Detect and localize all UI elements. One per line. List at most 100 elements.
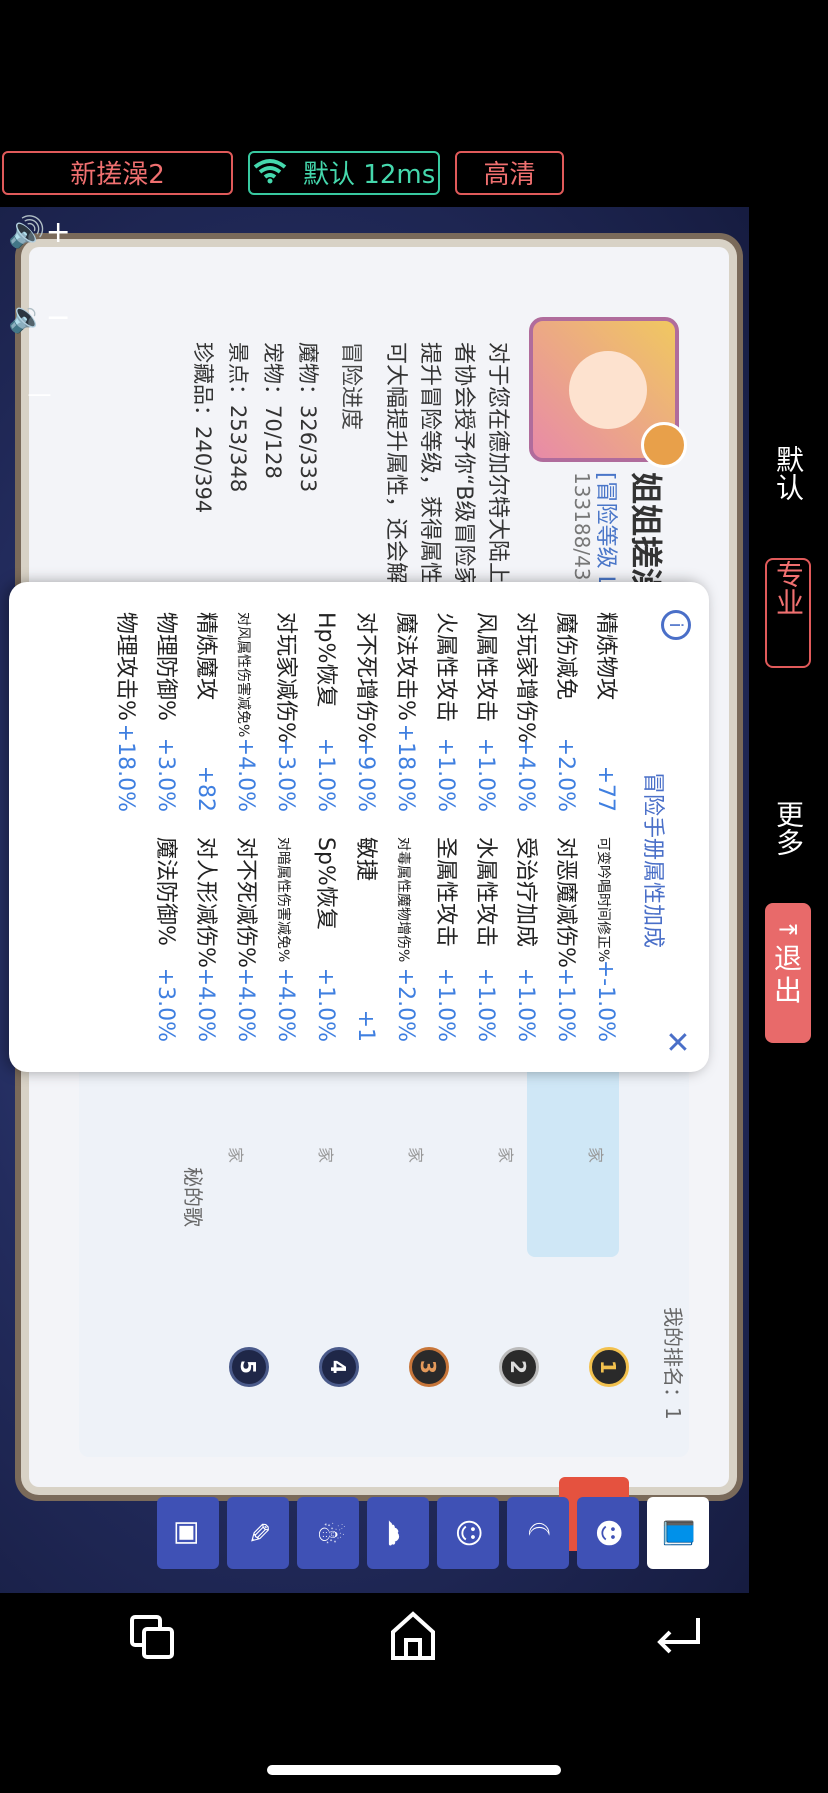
attribute-label: Sp%恢复 xyxy=(313,837,338,930)
room-name-label: 新搓澡2 xyxy=(70,160,165,190)
attribute-label: 对人形减伤% xyxy=(193,837,218,968)
volume-down-icon[interactable]: 🔉− xyxy=(0,300,79,335)
exit-label: 退出 xyxy=(773,942,802,1007)
row-tag: 家 xyxy=(226,1147,245,1164)
attribute-row: Hp%恢复 +1.0% xyxy=(311,612,339,812)
stat-collectibles: 珍藏品：240/394 xyxy=(191,342,215,514)
handbook-tabs: 📘 ☻ ☾ ☺ ☁ ☃ ✎ ▣ xyxy=(0,1497,749,1587)
attribute-label: 精炼魔攻 xyxy=(193,612,218,701)
attribute-row: 对玩家减伤% +3.0% xyxy=(271,612,299,812)
attribute-value: +1.0% xyxy=(433,737,458,812)
attribute-label: 魔法防御% xyxy=(153,837,178,946)
room-name-badge[interactable]: 新搓澡2 xyxy=(2,151,233,195)
avatar-face xyxy=(569,351,647,429)
attribute-row: 对人形减伤% +4.0% xyxy=(191,837,219,1042)
row-tag: 家 xyxy=(496,1147,515,1164)
pro-mode-button[interactable]: 专业 xyxy=(765,558,811,668)
row-tag: 家 xyxy=(586,1147,605,1164)
tab-extra[interactable]: ▣ xyxy=(157,1497,219,1569)
attribute-label: Hp%恢复 xyxy=(313,612,338,708)
attribute-row: Sp%恢复 +1.0% xyxy=(311,837,339,1042)
attribute-value: +2.0% xyxy=(553,737,578,812)
attribute-row: 物理攻击% +18.0% xyxy=(111,612,139,812)
attribute-row: 魔伤减免 +2.0% xyxy=(551,612,579,812)
recent-apps-icon[interactable] xyxy=(128,1613,178,1663)
tab-monster[interactable]: ☻ xyxy=(577,1497,639,1569)
rank-medal-2: 2 xyxy=(499,1347,539,1387)
progress-title: 冒险进度 xyxy=(338,342,363,431)
home-indicator[interactable] xyxy=(267,1765,561,1775)
info-icon[interactable]: i xyxy=(661,610,691,640)
attribute-row: 水属性攻击 +1.0% xyxy=(471,837,499,1042)
default-mode-button[interactable]: 默认 xyxy=(765,445,811,508)
attribute-value: +18.0% xyxy=(113,723,138,812)
network-latency-label: 默认 12ms xyxy=(303,160,436,190)
row-tag: 家 xyxy=(406,1147,425,1164)
attribute-value: +4.0% xyxy=(233,737,258,812)
attribute-row: 魔法防御% +3.0% xyxy=(151,837,179,1042)
home-icon[interactable] xyxy=(388,1610,438,1666)
tab-book[interactable]: ✎ xyxy=(227,1497,289,1569)
quality-label: 高清 xyxy=(483,160,536,190)
attribute-value: +2.0% xyxy=(393,967,418,1042)
attribute-label: 对不死减伤% xyxy=(233,837,258,968)
attribute-row: 魔法攻击% +18.0% xyxy=(391,612,419,812)
attribute-value: +3.0% xyxy=(153,967,178,1042)
attribute-row: 对不死增伤% +9.0% xyxy=(351,612,379,812)
attribute-value: +1.0% xyxy=(313,737,338,812)
popup-title: 冒险手册属性加成 xyxy=(640,772,665,949)
attribute-label: 魔伤减免 xyxy=(553,612,578,701)
back-icon[interactable] xyxy=(652,1614,704,1658)
attribute-label: 对恶魔减伤% xyxy=(553,837,578,968)
attribute-row: 敏捷 +1 xyxy=(351,837,379,1042)
attribute-row: 可变吟唱时间修正% +-1.0% xyxy=(589,837,619,1042)
attribute-label: 可变吟唱时间修正% xyxy=(595,837,611,963)
game-viewport[interactable]: 姐姐搓澡嘛 [冒险等级 Lv.5 133188/4380 对于您在德加尔特大陆上… xyxy=(0,207,749,1593)
stat-pets: 宠物：70/128 xyxy=(261,342,285,479)
attribute-label: 圣属性攻击 xyxy=(433,837,458,948)
tab-handbook[interactable]: 📘 xyxy=(647,1497,709,1569)
attribute-label: 对毒属性魔物增伤% xyxy=(395,837,411,963)
truncated-entry-text: 秘的歌 xyxy=(181,1167,205,1227)
attribute-value: +4.0% xyxy=(513,737,538,812)
attribute-label: 物理防御% xyxy=(153,612,178,721)
network-latency-badge[interactable]: 默认 12ms xyxy=(248,151,440,195)
attribute-label: 风属性攻击 xyxy=(473,612,498,723)
more-button[interactable]: 更多 xyxy=(765,800,811,863)
divider-dash: — xyxy=(27,695,52,723)
exit-button[interactable]: ⇥ 退出 xyxy=(765,903,811,1043)
more-dots-icon[interactable]: ⋮ xyxy=(0,730,79,765)
attribute-value: +4.0% xyxy=(233,967,258,1042)
attribute-row: 受治疗加成 +1.0% xyxy=(511,837,539,1042)
attribute-value: +1.0% xyxy=(553,967,578,1042)
attribute-label: 对玩家增伤% xyxy=(513,612,538,743)
tab-npc[interactable]: ☃ xyxy=(297,1497,359,1569)
attribute-label: 对风属性伤害减免% xyxy=(235,612,251,738)
tab-moon[interactable]: ☾ xyxy=(507,1497,569,1569)
attribute-value: +-1.0% xyxy=(593,959,618,1042)
attribute-label: 受治疗加成 xyxy=(513,837,538,948)
popup-close-icon[interactable]: ✕ xyxy=(659,1027,694,1057)
attribute-label: 魔法攻击% xyxy=(393,612,418,721)
attribute-row: 风属性攻击 +1.0% xyxy=(471,612,499,812)
attribute-value: +1.0% xyxy=(473,737,498,812)
attribute-row: 对风属性伤害减免% +4.0% xyxy=(229,612,259,812)
attribute-row: 圣属性攻击 +1.0% xyxy=(431,837,459,1042)
rank-medal-5: 5 xyxy=(229,1347,269,1387)
attribute-value: +9.0% xyxy=(353,737,378,812)
attribute-row: 对恶魔减伤% +1.0% xyxy=(551,837,579,1042)
tab-pet[interactable]: ☺ xyxy=(437,1497,499,1569)
attribute-row: 对玩家增伤% +4.0% xyxy=(511,612,539,812)
stat-monsters: 魔物：326/333 xyxy=(296,342,320,493)
attribute-value: +1.0% xyxy=(433,967,458,1042)
quality-badge[interactable]: 高清 xyxy=(455,151,564,195)
attribute-label: 精炼物攻 xyxy=(593,612,618,701)
volume-up-icon[interactable]: 🔊+ xyxy=(0,215,79,250)
tab-sight[interactable]: ☁ xyxy=(367,1497,429,1569)
player-avatar[interactable] xyxy=(529,317,687,468)
my-rank-label: 我的排名：1 xyxy=(661,1307,685,1420)
attribute-label: 对不死增伤% xyxy=(353,612,378,743)
attribute-row: 精炼物攻 +77 xyxy=(591,612,619,812)
attribute-label: 敏捷 xyxy=(353,837,378,882)
attribute-value: +18.0% xyxy=(393,723,418,812)
